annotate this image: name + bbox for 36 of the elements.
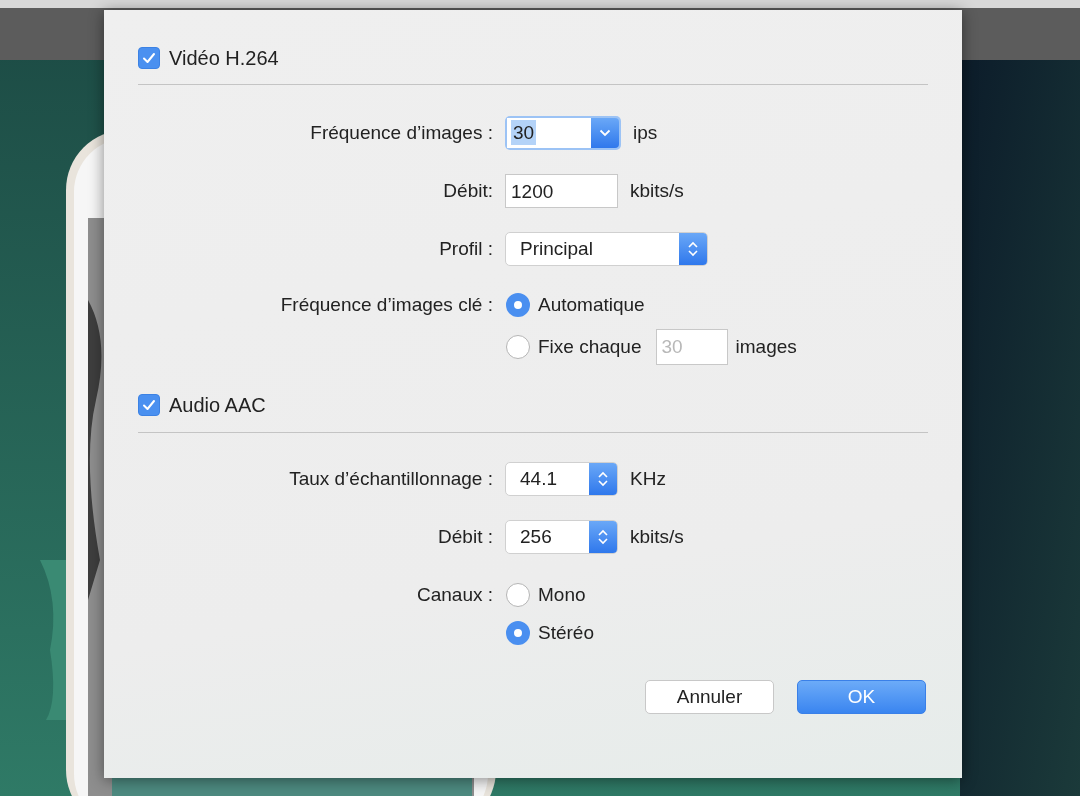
unit-label: ips: [633, 122, 658, 144]
checkmark-icon: [142, 399, 156, 411]
section-title: Vidéo H.264: [169, 46, 279, 70]
popup-button[interactable]: 256: [505, 520, 618, 554]
unit-label: kbits/s: [630, 180, 684, 202]
checkbox[interactable]: [138, 47, 160, 69]
field-label: Canaux :: [415, 583, 493, 607]
radio-button[interactable]: [506, 293, 530, 317]
field-label: Taux d’échantillonnage :: [288, 467, 493, 491]
checkmark-icon: [142, 52, 156, 64]
chevron-down-icon: [599, 129, 611, 137]
radio-button[interactable]: [506, 335, 530, 359]
cancel-button[interactable]: Annuler: [645, 680, 774, 714]
popup-button[interactable]: Principal: [505, 232, 708, 266]
combo-box[interactable]: 30: [505, 116, 621, 150]
up-down-chevron-icon: [597, 528, 609, 546]
unit-label: kbits/s: [630, 526, 684, 548]
option-label: Mono: [538, 584, 586, 606]
radio-button[interactable]: [506, 621, 530, 645]
option-label: Automatique: [538, 294, 645, 316]
field-label: Fréquence d’images clé :: [279, 293, 493, 317]
radio-button[interactable]: [506, 583, 530, 607]
unit-label: images: [735, 336, 797, 358]
up-down-chevron-icon: [597, 470, 609, 488]
option-label: Fixe chaque: [538, 336, 642, 358]
section-title: Audio AAC: [169, 393, 266, 417]
up-down-chevron-icon: [687, 240, 699, 258]
field-label: Débit :: [437, 525, 493, 549]
checkbox[interactable]: [138, 394, 160, 416]
field-label: Profil :: [438, 237, 493, 261]
field-label: Débit:: [442, 179, 493, 203]
popup-button[interactable]: 44.1: [505, 462, 618, 496]
field-label: Fréquence d’images :: [309, 121, 493, 145]
option-label: Stéréo: [538, 622, 594, 644]
input-field[interactable]: 1200: [505, 174, 618, 208]
unit-label: KHz: [630, 468, 666, 490]
